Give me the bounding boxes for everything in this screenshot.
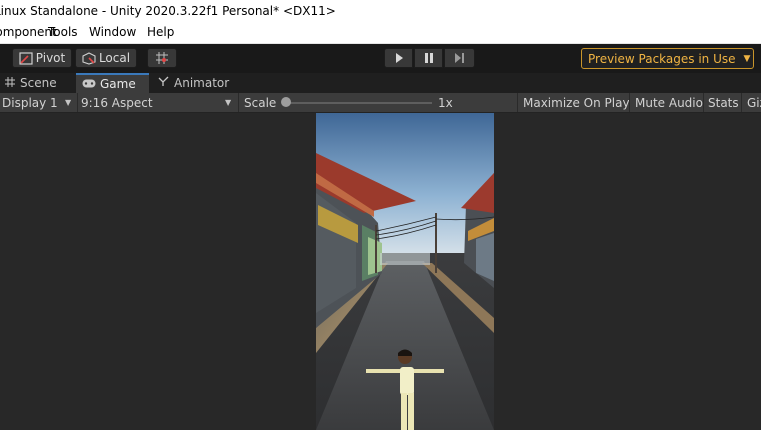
window-title: Linux Standalone - Unity 2020.3.22f1 Per… (0, 4, 336, 18)
game-render[interactable] (316, 113, 494, 430)
pivot-button[interactable]: Pivot (12, 48, 72, 68)
mute-audio-toggle[interactable]: Mute Audio (635, 93, 703, 112)
aspect-value: 9:16 Aspect (81, 95, 153, 110)
game-view-controls: Display 1 ▼ 9:16 Aspect ▼ Scale 1x Maxim… (0, 93, 761, 113)
stats-toggle[interactable]: Stats (708, 93, 739, 112)
pivot-icon (19, 51, 33, 65)
aspect-dropdown[interactable]: 9:16 Aspect ▼ (81, 93, 237, 112)
preview-packages-button[interactable]: Preview Packages in Use ▼ (581, 48, 754, 69)
pause-icon (424, 53, 434, 63)
pivot-label: Pivot (35, 51, 66, 65)
menu-window[interactable]: Window (89, 25, 136, 39)
divider (517, 93, 518, 112)
animator-icon (158, 76, 169, 90)
chevron-down-icon: ▼ (65, 98, 72, 107)
maximize-on-play-toggle[interactable]: Maximize On Play (523, 93, 630, 112)
divider (77, 93, 78, 112)
scale-label: Scale (244, 95, 277, 110)
gizmos-toggle[interactable]: Gizmos (747, 93, 761, 112)
scale-value: 1x (438, 95, 453, 110)
game-viewport[interactable] (0, 113, 761, 430)
snap-grid-icon (155, 51, 169, 65)
local-icon (82, 51, 96, 65)
divider (703, 93, 704, 112)
scale-slider-track[interactable] (286, 102, 432, 104)
divider (238, 93, 239, 112)
menu-bar: Component Tools Window Help (0, 23, 761, 44)
scale-slider-handle[interactable] (281, 97, 291, 107)
view-tab-bar: Scene Game Animator (0, 73, 761, 93)
chevron-down-icon: ▼ (743, 53, 751, 64)
tab-game[interactable]: Game (76, 73, 149, 93)
gizmos-label: Gizmos (747, 95, 761, 110)
tab-game-label: Game (100, 77, 136, 91)
play-icon (394, 53, 404, 63)
play-button[interactable] (384, 48, 413, 68)
divider (741, 93, 742, 112)
step-button[interactable] (444, 48, 475, 68)
pause-button[interactable] (414, 48, 443, 68)
game-scene-image (316, 113, 494, 430)
display-dropdown[interactable]: Display 1 ▼ (2, 93, 76, 112)
chevron-down-icon: ▼ (225, 98, 232, 107)
preview-packages-label: Preview Packages in Use (588, 51, 736, 66)
tab-animator-label: Animator (174, 76, 230, 90)
grid-icon (5, 76, 15, 90)
tab-animator[interactable]: Animator (158, 73, 238, 93)
window-title-bar: Linux Standalone - Unity 2020.3.22f1 Per… (0, 0, 761, 23)
tab-scene[interactable]: Scene (5, 73, 75, 93)
tab-scene-label: Scene (20, 76, 57, 90)
local-label: Local (98, 51, 131, 65)
divider (629, 93, 630, 112)
menu-help[interactable]: Help (147, 25, 174, 39)
local-button[interactable]: Local (75, 48, 137, 68)
gamepad-icon (82, 77, 96, 91)
menu-tools[interactable]: Tools (48, 25, 78, 39)
step-icon (454, 53, 465, 63)
snap-grid-button[interactable] (147, 48, 177, 68)
main-toolbar: Pivot Local Preview Packages in Use ▼ (0, 44, 761, 73)
display-value: Display 1 (2, 95, 58, 110)
